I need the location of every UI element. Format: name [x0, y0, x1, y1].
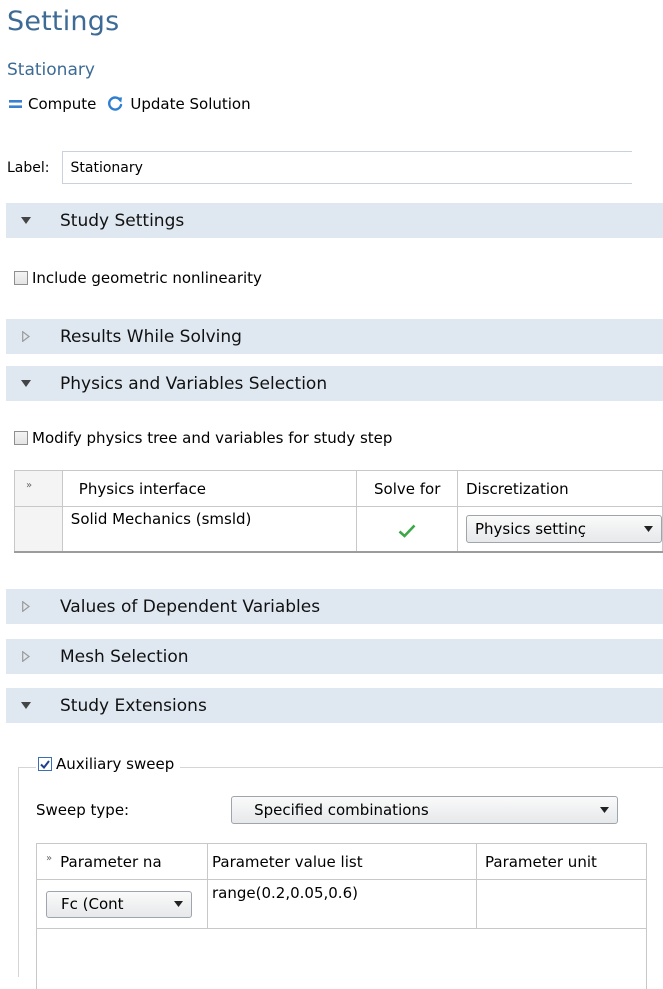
sweep-type-label: Sweep type:	[36, 801, 129, 819]
page-subtitle: Stationary	[7, 60, 95, 80]
table-row[interactable]: Solid Mechanics (smsld) Physics settinç	[15, 507, 663, 553]
auxiliary-sweep-label: Auxiliary sweep	[56, 755, 174, 773]
checkbox-check-icon	[40, 760, 50, 769]
expand-arrow-icon	[6, 651, 46, 662]
section-title: Study Settings	[60, 211, 184, 231]
table-empty-row	[37, 929, 647, 989]
sweep-type-row: Sweep type: Specified combinations	[36, 796, 618, 824]
parameter-name-value: Fc (Cont	[61, 895, 124, 913]
refresh-icon	[106, 95, 124, 113]
chevron-down-icon	[174, 901, 183, 907]
empty-row-cell	[37, 929, 647, 989]
column-header: Discretization	[458, 471, 663, 507]
row-header-corner: »	[15, 471, 63, 507]
section-results-while-solving[interactable]: Results While Solving	[6, 319, 663, 354]
chevron-down-icon	[600, 807, 609, 813]
table-header-row: » Parameter na Parameter value list Param…	[37, 844, 647, 880]
discretization-cell: Physics settinç	[458, 507, 663, 553]
geometric-nonlinearity-label: Include geometric nonlinearity	[32, 269, 262, 287]
section-title: Study Extensions	[60, 696, 207, 716]
toolbar: Compute Update Solution	[9, 92, 261, 116]
section-title: Mesh Selection	[60, 647, 189, 667]
compute-button[interactable]: Compute	[9, 95, 96, 113]
discretization-value: Physics settinç	[475, 520, 635, 538]
discretization-dropdown[interactable]: Physics settinç	[466, 515, 662, 543]
table-header-row: » Physics interface Solve for Discretiza…	[15, 471, 663, 507]
collapse-arrow-icon	[6, 702, 46, 709]
section-title: Physics and Variables Selection	[60, 374, 327, 394]
physics-table: » Physics interface Solve for Discretiza…	[14, 470, 663, 553]
sweep-type-dropdown[interactable]: Specified combinations	[231, 796, 618, 824]
label-row: Label:	[7, 151, 632, 184]
modify-physics-row: Modify physics tree and variables for st…	[14, 429, 392, 447]
collapse-arrow-icon	[6, 217, 46, 224]
expand-arrow-icon	[6, 601, 46, 612]
row-header	[15, 507, 63, 553]
section-study-settings[interactable]: Study Settings	[6, 203, 663, 238]
label-caption: Label:	[7, 160, 50, 176]
expand-columns-icon[interactable]: »	[46, 853, 52, 864]
parameter-name-dropdown[interactable]: Fc (Cont	[46, 891, 192, 918]
physics-interface-cell: Solid Mechanics (smsld)	[62, 507, 357, 553]
compute-icon	[9, 99, 22, 109]
section-physics-variables[interactable]: Physics and Variables Selection	[6, 366, 663, 401]
parameter-name-cell: Fc (Cont	[37, 880, 208, 929]
compute-label: Compute	[28, 95, 96, 113]
update-solution-label: Update Solution	[130, 95, 250, 113]
expand-arrow-icon	[6, 331, 46, 342]
column-header-name: » Parameter na	[37, 844, 208, 880]
column-header: Parameter unit	[477, 844, 647, 880]
modify-physics-label: Modify physics tree and variables for st…	[32, 429, 392, 447]
update-solution-button[interactable]: Update Solution	[106, 95, 250, 113]
parameter-unit-cell[interactable]	[477, 880, 647, 929]
section-values-dependent[interactable]: Values of Dependent Variables	[6, 589, 663, 624]
parameter-table: » Parameter na Parameter value list Param…	[36, 843, 647, 989]
column-header: Parameter na	[60, 853, 162, 871]
geometric-nonlinearity-row: Include geometric nonlinearity	[14, 269, 262, 287]
checkmark-icon	[398, 524, 416, 538]
expand-columns-icon[interactable]: »	[26, 480, 32, 491]
column-header: Solve for	[357, 471, 458, 507]
section-mesh-selection[interactable]: Mesh Selection	[6, 639, 663, 674]
auxiliary-sweep-legend: Auxiliary sweep	[36, 755, 180, 773]
solve-for-cell[interactable]	[357, 507, 458, 553]
collapse-arrow-icon	[6, 380, 46, 387]
section-title: Values of Dependent Variables	[60, 597, 320, 617]
section-title: Results While Solving	[60, 327, 242, 347]
table-row[interactable]: Fc (Cont range(0.2,0.05,0.6)	[37, 880, 647, 929]
sweep-type-value: Specified combinations	[254, 801, 429, 819]
column-header: Physics interface	[62, 471, 357, 507]
column-header: Parameter value list	[208, 844, 477, 880]
parameter-values-cell[interactable]: range(0.2,0.05,0.6)	[208, 880, 477, 929]
auxiliary-sweep-checkbox[interactable]	[38, 757, 52, 771]
page-title: Settings	[7, 6, 119, 37]
section-study-extensions[interactable]: Study Extensions	[6, 688, 663, 723]
modify-physics-checkbox[interactable]	[14, 431, 28, 445]
geometric-nonlinearity-checkbox[interactable]	[14, 271, 28, 285]
label-input[interactable]	[62, 151, 632, 184]
chevron-down-icon	[644, 526, 653, 532]
